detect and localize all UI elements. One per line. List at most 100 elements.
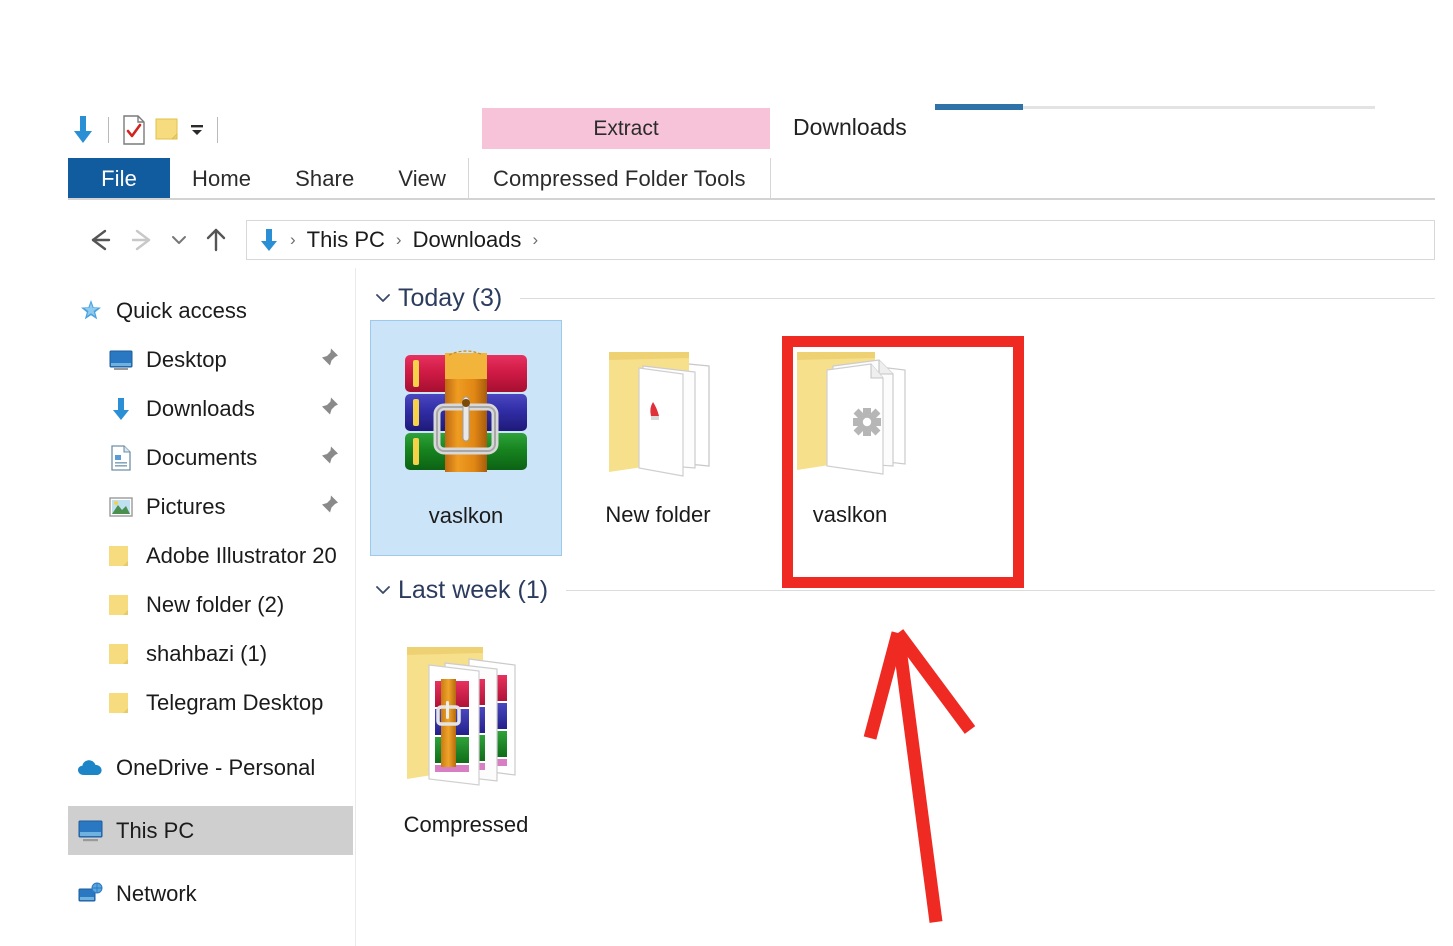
sidebar-item-label: Telegram Desktop — [146, 689, 324, 715]
sidebar-item-downloads[interactable]: Downloads — [68, 384, 355, 433]
file-item-new-folder[interactable]: New folder — [562, 320, 754, 556]
file-item-compressed[interactable]: Compressed — [370, 612, 562, 862]
breadcrumb-this-pc[interactable]: This PC — [303, 227, 389, 253]
file-item-vaslkon-archive[interactable]: vaslkon — [370, 320, 562, 556]
breadcrumb-root-icon[interactable] — [255, 226, 283, 254]
chevron-down-icon[interactable] — [185, 110, 209, 150]
breadcrumb-downloads[interactable]: Downloads — [409, 227, 526, 253]
contextual-tab-header-extract[interactable]: Extract — [482, 108, 770, 149]
group-title: Last week (1) — [398, 575, 549, 604]
ribbon-separator — [68, 198, 1435, 200]
tab-home-label: Home — [192, 165, 252, 191]
tab-share[interactable]: Share — [273, 158, 376, 199]
toolbar-separator-2 — [217, 117, 218, 143]
file-item-label: New folder — [605, 502, 711, 527]
ribbon-tab-strip: File Home Share View Compressed Folder T… — [68, 158, 771, 199]
tab-view-label: View — [398, 165, 446, 191]
tab-home[interactable]: Home — [170, 158, 273, 199]
chevron-down-icon[interactable] — [370, 580, 396, 600]
file-explorer-window: Extract Downloads File Home Share View C… — [0, 0, 1453, 946]
group-title: Today (3) — [398, 283, 503, 312]
folder-icon — [106, 639, 136, 669]
group-header-last-week[interactable]: Last week (1) — [370, 568, 1435, 612]
properties-icon[interactable] — [117, 110, 151, 150]
new-folder-icon[interactable] — [151, 110, 185, 150]
sidebar-item-adobe-illustrator-20[interactable]: Adobe Illustrator 20 — [68, 531, 355, 580]
this-pc-icon — [76, 816, 106, 846]
sidebar-item-desktop[interactable]: Desktop — [68, 335, 355, 384]
group-header-today[interactable]: Today (3) — [370, 276, 1435, 320]
window-title: Downloads — [793, 114, 907, 140]
accent-rail — [1023, 106, 1375, 109]
file-item-vaslkon-folder[interactable]: vaslkon — [754, 320, 946, 556]
open-folder-icon — [583, 336, 733, 488]
sidebar-item-label: Adobe Illustrator 20 — [146, 542, 337, 568]
documents-icon — [106, 443, 136, 473]
folder-with-archive-thumbnail-icon — [391, 628, 541, 798]
chevron-down-icon[interactable] — [370, 288, 396, 308]
tab-file-label: File — [101, 165, 137, 191]
network-icon — [76, 879, 106, 909]
pin-icon[interactable] — [319, 395, 341, 422]
tab-compressed-folder-tools-label: Compressed Folder Tools — [493, 165, 746, 191]
onedrive-cloud-icon — [76, 753, 106, 783]
sidebar-item-onedrive-personal[interactable]: OneDrive - Personal — [68, 743, 355, 792]
forward-arrow-icon — [122, 220, 162, 260]
pin-icon[interactable] — [319, 444, 341, 471]
address-bar[interactable]: › This PC › Downloads › — [246, 220, 1435, 260]
group-divider — [520, 297, 1435, 299]
open-folder-multi-icon — [775, 336, 925, 488]
star-pin-icon — [76, 296, 106, 326]
sidebar-item-telegram-desktop[interactable]: Telegram Desktop — [68, 678, 355, 727]
tab-compressed-folder-tools[interactable]: Compressed Folder Tools — [468, 158, 771, 199]
breadcrumb-separator-2: › — [395, 230, 402, 249]
sidebar-item-network[interactable]: Network — [68, 869, 355, 918]
up-arrow-icon[interactable] — [196, 220, 236, 260]
group-items-last-week: Compressed — [370, 612, 1435, 862]
tab-view[interactable]: View — [376, 158, 468, 199]
tab-share-label: Share — [295, 165, 355, 191]
back-arrow-icon[interactable] — [80, 220, 120, 260]
pin-icon[interactable] — [319, 493, 341, 520]
folder-icon — [106, 541, 136, 571]
sidebar-item-shahbazi-1[interactable]: shahbazi (1) — [68, 629, 355, 678]
file-list-view: Today (3) vaslkon New folder vaslkon Las… — [370, 276, 1435, 946]
recent-locations-chevron-down-icon[interactable] — [164, 220, 194, 260]
navigation-bar: › This PC › Downloads › — [80, 214, 1435, 266]
breadcrumb-separator-1: › — [290, 230, 296, 249]
sidebar-item-label: Downloads — [146, 395, 255, 421]
file-item-label: vaslkon — [428, 503, 504, 528]
sidebar-item-label: New folder (2) — [146, 591, 285, 617]
file-item-label: vaslkon — [812, 502, 888, 527]
sidebar-item-quick-access[interactable]: Quick access — [68, 286, 355, 335]
folder-icon — [106, 590, 136, 620]
tab-file[interactable]: File — [68, 158, 170, 199]
desktop-icon — [106, 345, 136, 375]
pin-icon[interactable] — [319, 346, 341, 373]
navigation-pane: Quick access Desktop Downloads Documents… — [68, 286, 355, 946]
sidebar-item-label: Network — [116, 880, 197, 906]
file-item-label: Compressed — [403, 812, 529, 837]
contextual-tab-label: Extract — [593, 116, 659, 140]
nav-pane-divider — [355, 268, 356, 946]
downloads-arrow-icon[interactable] — [66, 110, 100, 150]
sidebar-item-new-folder-2[interactable]: New folder (2) — [68, 580, 355, 629]
folder-icon — [106, 688, 136, 718]
sidebar-item-label: Desktop — [146, 346, 227, 372]
sidebar-item-label: shahbazi (1) — [146, 640, 268, 666]
sidebar-item-this-pc[interactable]: This PC — [68, 806, 353, 855]
sidebar-item-label: OneDrive - Personal — [116, 754, 316, 780]
group-divider — [566, 589, 1435, 591]
sidebar-item-label: Quick access — [116, 297, 247, 323]
downloads-arrow-icon — [106, 394, 136, 424]
accent-bar — [935, 104, 1023, 110]
sidebar-item-label: Documents — [146, 444, 258, 470]
sidebar-item-pictures[interactable]: Pictures — [68, 482, 355, 531]
toolbar-separator-1 — [108, 117, 109, 143]
sidebar-item-documents[interactable]: Documents — [68, 433, 355, 482]
sidebar-item-label: This PC — [116, 817, 195, 843]
sidebar-item-label: Pictures — [146, 493, 226, 519]
